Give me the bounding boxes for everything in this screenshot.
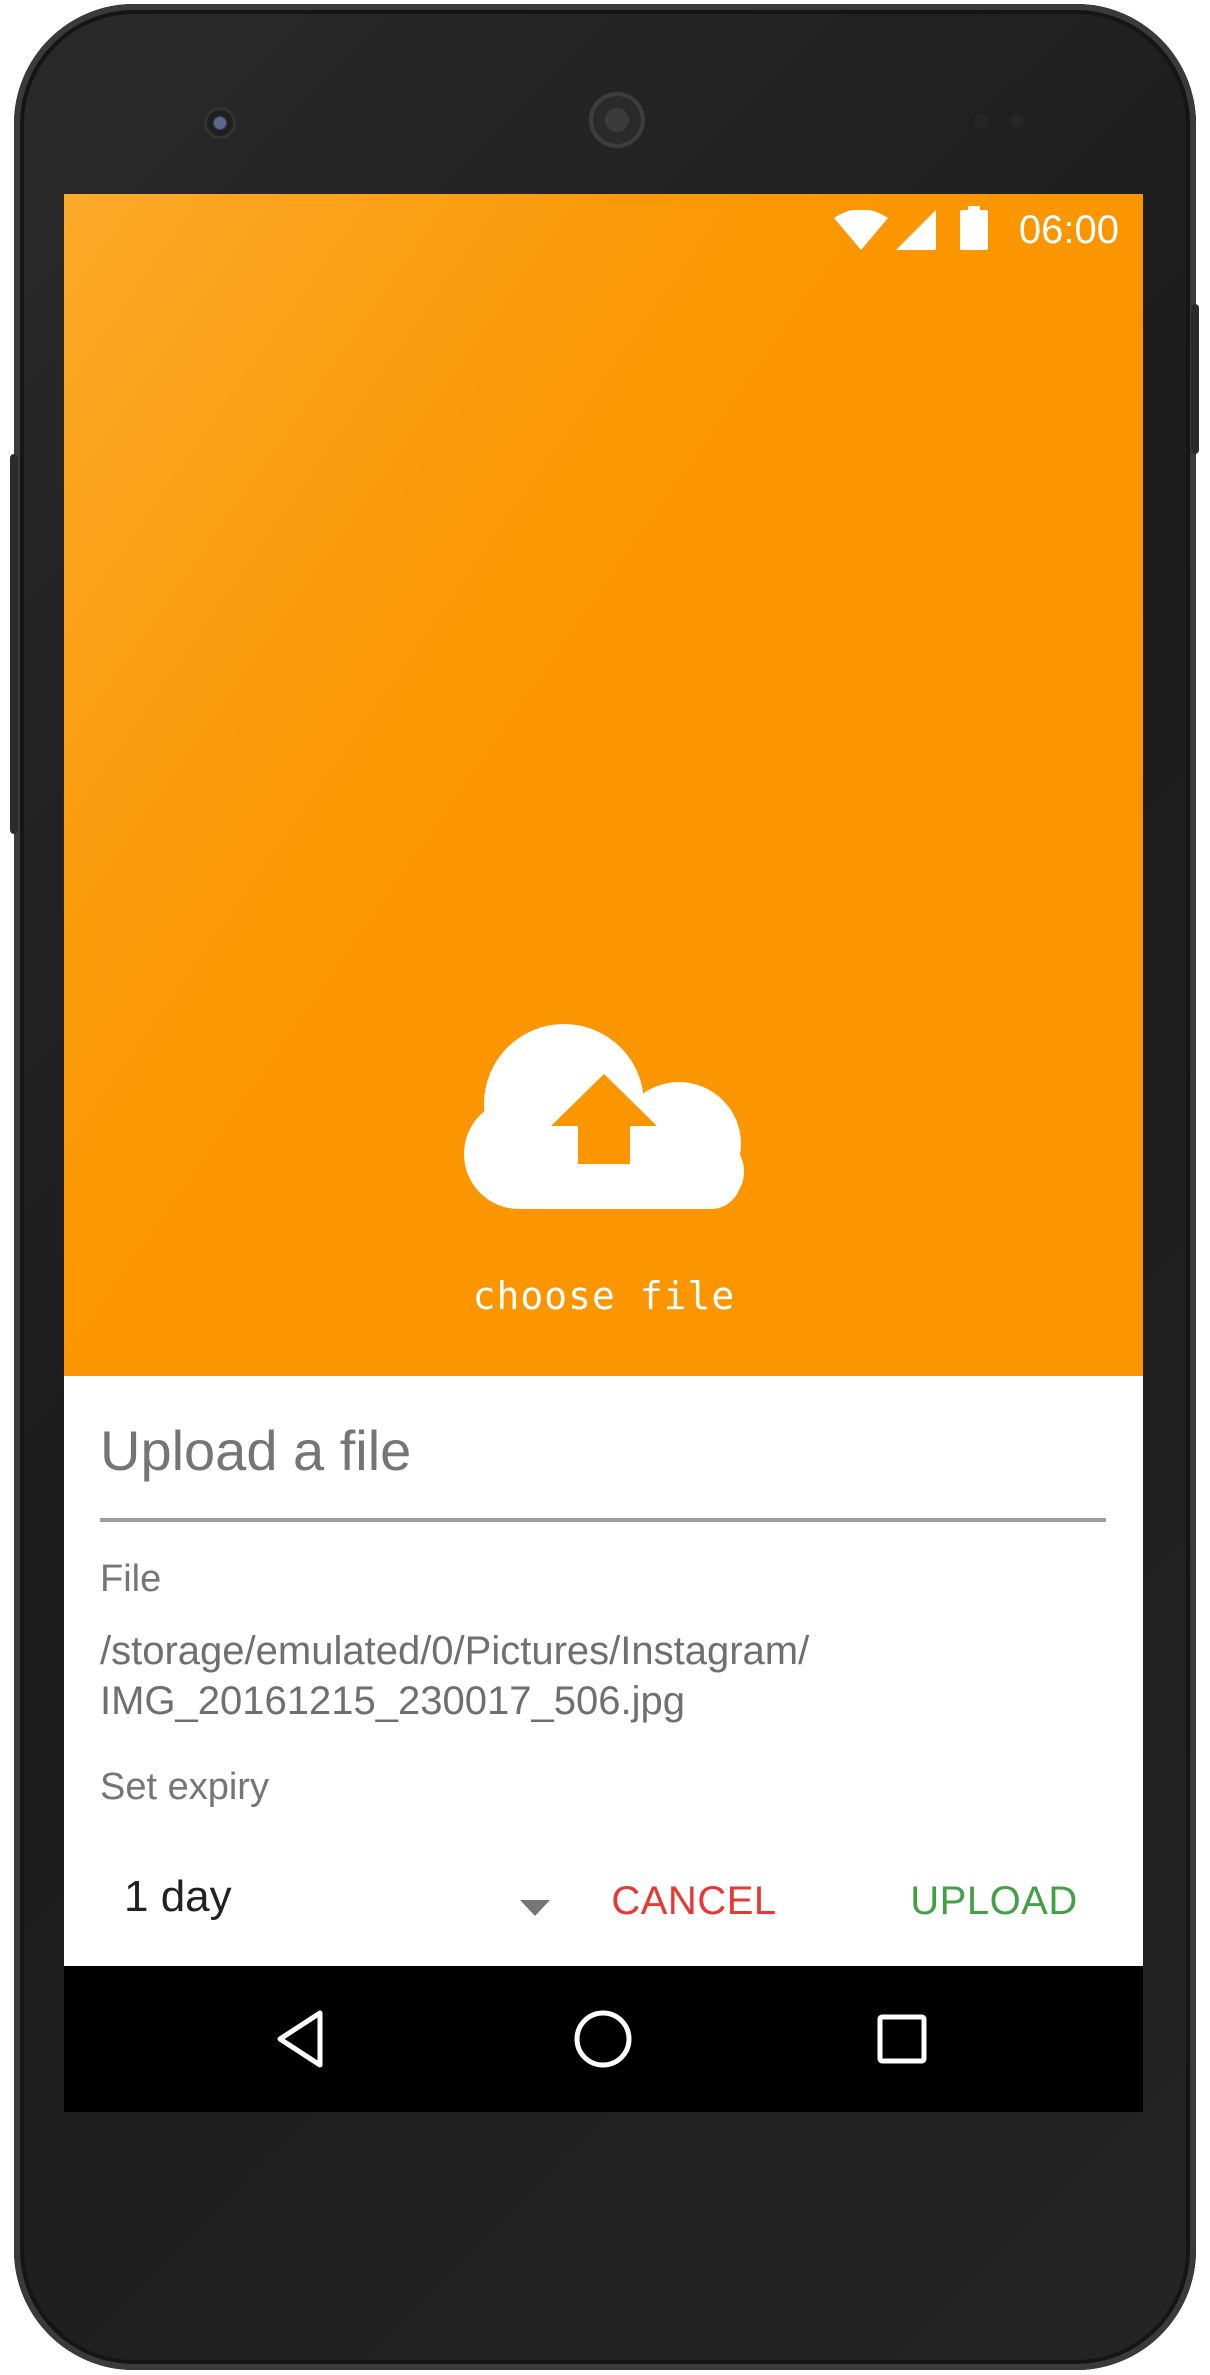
expiry-dropdown[interactable]: 1 day (100, 1856, 560, 1946)
navigation-bar (64, 1966, 1143, 2112)
back-icon[interactable] (264, 1999, 344, 2079)
status-time: 06:00 (1018, 208, 1119, 252)
file-title-placeholder: Upload a file (100, 1419, 412, 1482)
proximity-sensor (974, 114, 988, 128)
earpiece-speaker (589, 92, 645, 148)
file-path-line-1: /storage/emulated/0/Pictures/Instagram/ (100, 1629, 810, 1673)
volume-button (10, 454, 18, 834)
recents-icon[interactable] (862, 1999, 942, 2079)
choose-file-label: choose file (472, 1274, 736, 1318)
choose-file-button[interactable]: choose file (424, 1004, 784, 1324)
expiry-selected-value: 1 day (124, 1872, 232, 1921)
phone-screen: 06:00 choose file Upload a file File /st… (64, 194, 1143, 2112)
home-icon[interactable] (563, 1999, 643, 2079)
expiry-label: Set expiry (100, 1766, 269, 1808)
file-label: File (100, 1558, 162, 1600)
light-sensor (1010, 114, 1024, 128)
dropdown-arrow-icon (520, 1900, 550, 1916)
upload-hero-panel: 06:00 choose file (64, 194, 1143, 1376)
cell-signal-icon (896, 210, 936, 250)
file-path: /storage/emulated/0/Pictures/Instagram/ … (100, 1626, 1100, 1726)
cloud-upload-icon (464, 1024, 744, 1209)
battery-icon (960, 206, 988, 250)
cancel-button[interactable]: CANCEL (574, 1856, 814, 1946)
front-camera (207, 110, 233, 136)
wifi-icon (834, 210, 888, 250)
file-title-input[interactable]: Upload a file (100, 1418, 1106, 1522)
upload-dialog: Upload a file File /storage/emulated/0/P… (64, 1376, 1143, 1966)
upload-button[interactable]: UPLOAD (874, 1856, 1114, 1946)
status-bar: 06:00 (64, 194, 1143, 266)
file-path-line-2: IMG_20161215_230017_506.jpg (100, 1679, 685, 1723)
power-button (1191, 304, 1199, 454)
